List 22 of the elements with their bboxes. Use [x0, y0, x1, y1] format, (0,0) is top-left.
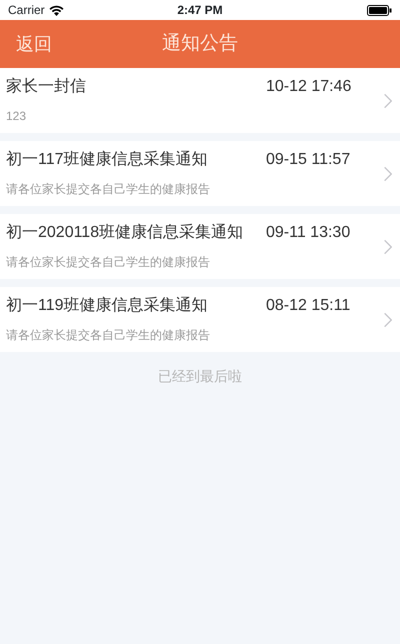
clock-text: 2:47 PM	[177, 2, 223, 19]
notice-summary: 请各位家长提交各自己学生的健康报告	[6, 254, 211, 271]
notice-row[interactable]: 家长一封信 10-12 17:46 123	[0, 68, 400, 133]
end-of-list-text: 已经到最后啦	[157, 367, 243, 386]
carrier-text: Carrier	[8, 2, 45, 19]
notice-title: 初一117班健康信息采集通知	[6, 150, 209, 170]
notice-date: 09-11 13:30	[266, 223, 352, 243]
notice-row[interactable]: 初一119班健康信息采集通知 08-12 15:11 请各位家长提交各自己学生的健康报告	[0, 287, 400, 352]
notice-row[interactable]: 初一117班健康信息采集通知 09-15 11:57 请各位家长提交各自己学生的健康报告	[0, 141, 400, 206]
notice-row[interactable]: 初一2020118班健康信息采集通知 09-11 13:30 请各位家长提交各自己学生的健康报告	[0, 214, 400, 279]
page-title: 通知公告	[162, 32, 238, 56]
notice-summary: 123	[6, 108, 28, 125]
notice-title: 初一2020118班健康信息采集通知	[6, 222, 244, 243]
battery-icon	[367, 4, 392, 16]
wifi-icon	[48, 4, 64, 16]
notice-date: 10-12 17:46	[266, 77, 352, 97]
notice-date: 08-12 15:11	[266, 296, 352, 316]
notice-date: 09-15 11:57	[266, 150, 352, 170]
notice-title: 初一119班健康信息采集通知	[6, 296, 209, 316]
notice-summary: 请各位家长提交各自己学生的健康报告	[6, 327, 211, 344]
notice-summary: 请各位家长提交各自己学生的健康报告	[6, 181, 211, 198]
notice-title: 家长一封信	[6, 76, 87, 97]
